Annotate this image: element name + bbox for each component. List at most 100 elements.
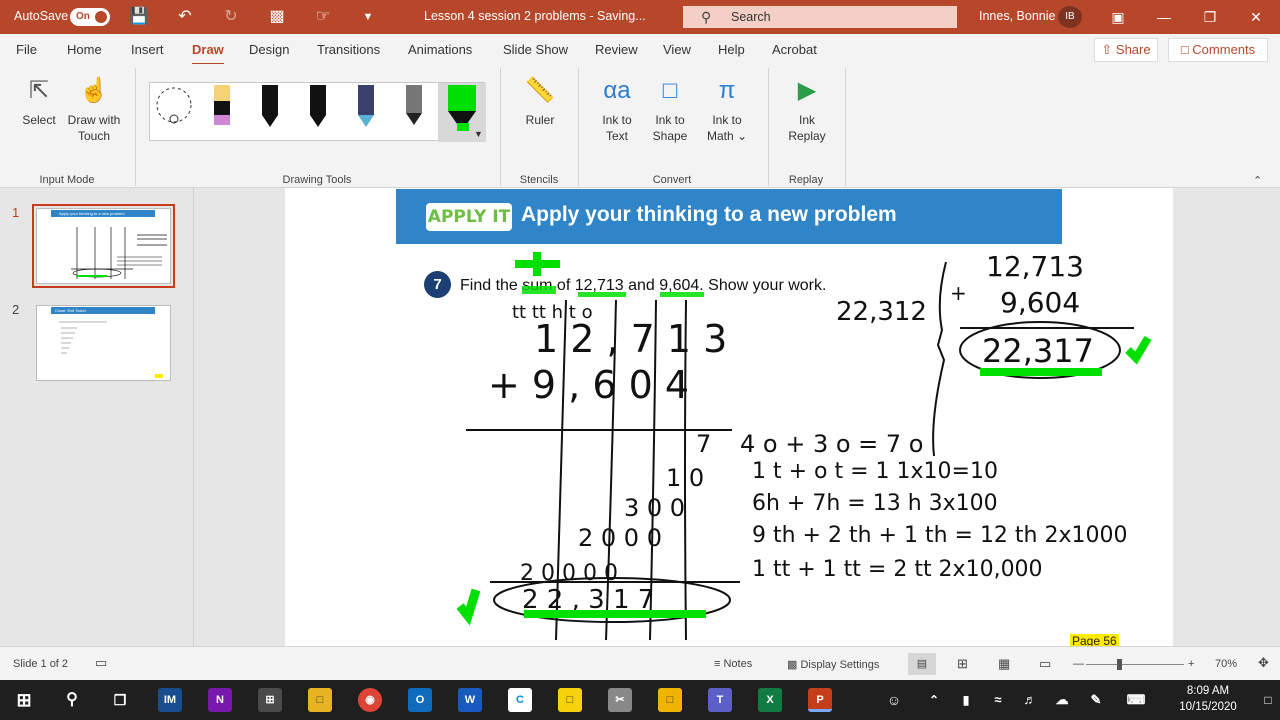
group-replay: Replay <box>788 174 824 186</box>
tab-slide-show[interactable]: Slide Show <box>503 42 568 57</box>
fit-slide-icon[interactable]: ✥ <box>1258 655 1269 671</box>
keyboard-icon[interactable]: ⌨ <box>1124 688 1148 712</box>
draw-with-touch-label-2: Touch <box>77 129 111 143</box>
tab-design[interactable]: Design <box>249 42 289 57</box>
ink-to-math-button[interactable]: π Ink to Math ⌄ <box>702 74 752 144</box>
document-title[interactable]: Lesson 4 session 2 problems - Saving... <box>424 9 646 23</box>
zoom-in-icon[interactable]: + <box>1188 658 1194 670</box>
tab-home[interactable]: Home <box>67 42 102 57</box>
redo-icon[interactable]: ↻ <box>220 6 242 28</box>
tab-file[interactable]: File <box>16 42 37 57</box>
check-mark-icon <box>1125 335 1152 365</box>
pen-black-2-icon[interactable] <box>310 85 326 127</box>
pen-galaxy-icon[interactable] <box>358 85 374 127</box>
powerpoint-icon[interactable]: P <box>808 688 832 712</box>
ink-replay-button[interactable]: ▶ Ink Replay <box>786 74 828 144</box>
pen-black-icon[interactable] <box>262 85 278 127</box>
comments-label: Comments <box>1192 42 1256 57</box>
tab-help[interactable]: Help <box>718 42 745 57</box>
ink-plus-green <box>515 252 560 276</box>
lasso-select-icon[interactable] <box>156 87 192 124</box>
notes-button[interactable]: ≡ Notes <box>714 658 752 670</box>
tab-review[interactable]: Review <box>595 42 638 57</box>
ink-annotations[interactable]: tt tt h t o 1 2 , 7 1 3 + 9 , 6 0 4 7 1 … <box>285 188 1173 646</box>
restore-icon[interactable]: ❐ <box>1199 6 1221 28</box>
slideshow-icon[interactable]: ▭ <box>1039 656 1051 672</box>
customize-qat-icon[interactable]: ▼ <box>357 6 379 28</box>
autosave-toggle[interactable]: On <box>70 8 110 26</box>
highlight-sum <box>522 286 556 294</box>
accessibility-icon[interactable]: ▭ <box>95 655 107 671</box>
save-icon[interactable]: 💾 <box>128 6 150 28</box>
select-button[interactable]: ⇱ Select <box>18 74 60 128</box>
tab-acrobat[interactable]: Acrobat <box>772 42 817 57</box>
ink-to-shape-button[interactable]: □ Ink to Shape <box>647 74 693 144</box>
ink-row1: 1 2 , 7 1 3 <box>534 317 727 361</box>
system-clock[interactable]: 8:09 AM 10/15/2020 <box>1158 683 1258 715</box>
calculator-icon[interactable]: ⊞ <box>258 688 282 712</box>
tab-transitions[interactable]: Transitions <box>317 42 380 57</box>
tab-draw[interactable]: Draw <box>192 42 224 66</box>
ribbon-display-icon[interactable]: ▣ <box>1107 6 1129 28</box>
close-icon[interactable]: ✕ <box>1245 6 1267 28</box>
share-button[interactable]: ⇧ Share <box>1094 38 1158 62</box>
chrome-icon[interactable]: ◉ <box>358 688 382 712</box>
snip-tool-icon[interactable]: ✂ <box>608 688 632 712</box>
im-app-icon[interactable]: IM <box>158 688 182 712</box>
highlighter-green-icon[interactable]: ▼ <box>438 83 486 142</box>
notifications-icon[interactable]: □ <box>1256 688 1280 712</box>
tab-animations[interactable]: Animations <box>408 42 472 57</box>
battery-icon[interactable]: ▮ <box>954 688 978 712</box>
windows-start-icon[interactable]: ⊞ <box>12 688 36 712</box>
slide-thumbnail-2[interactable]: Close: Exit Ticket <box>36 305 171 381</box>
tab-insert[interactable]: Insert <box>131 42 164 57</box>
file-explorer-icon[interactable]: □ <box>308 688 332 712</box>
zoom-slider-thumb[interactable] <box>1117 659 1122 670</box>
comments-button[interactable]: □ Comments <box>1168 38 1268 62</box>
pencil-icon[interactable] <box>214 85 230 125</box>
collapse-ribbon-icon[interactable]: ⌃ <box>1253 174 1262 187</box>
outlook-icon[interactable]: O <box>408 688 432 712</box>
search-box[interactable]: ⚲ Search <box>683 6 957 28</box>
pen-glitter-icon[interactable] <box>406 85 422 125</box>
wifi-icon[interactable]: ≈ <box>986 688 1010 712</box>
people-icon[interactable]: ☺ <box>882 688 906 712</box>
task-view-icon[interactable]: ❐ <box>108 688 132 712</box>
ruler-button[interactable]: 📏 Ruler <box>518 74 562 128</box>
search-placeholder: Search <box>731 10 771 24</box>
ribbon-divider <box>768 68 769 186</box>
reading-view-icon[interactable]: ▦ <box>998 656 1010 672</box>
highlight-addend1 <box>578 292 626 297</box>
folder-icon[interactable]: □ <box>658 688 682 712</box>
show-hidden-icon[interactable]: ⌃ <box>922 688 946 712</box>
slide-sorter-icon[interactable]: ⊞ <box>957 656 968 672</box>
touch-draw-icon: ☝ <box>79 77 109 104</box>
word-icon[interactable]: W <box>458 688 482 712</box>
ink-to-text-button[interactable]: αa Ink to Text <box>594 74 640 144</box>
minimize-icon[interactable]: — <box>1153 6 1175 28</box>
zoom-level[interactable]: 70% <box>1215 658 1237 670</box>
avatar[interactable]: IB <box>1058 6 1082 28</box>
clipchamp-icon[interactable]: C <box>508 688 532 712</box>
pen-workspace-icon[interactable]: ✎ <box>1084 688 1108 712</box>
tab-view[interactable]: View <box>663 42 691 57</box>
slide-thumbnail-1[interactable]: Apply your thinking to a new problem <box>32 204 175 288</box>
excel-icon[interactable]: X <box>758 688 782 712</box>
zoom-out-icon[interactable]: — <box>1073 658 1084 670</box>
present-icon[interactable]: ▩ <box>266 6 288 28</box>
pen-gallery-svg: ▼ <box>156 83 486 142</box>
search-icon[interactable]: ⚲ <box>60 688 84 712</box>
user-name[interactable]: Innes, Bonnie <box>979 9 1055 23</box>
display-settings-button[interactable]: ▩ Display Settings <box>787 658 879 671</box>
teams-icon[interactable]: T <box>708 688 732 712</box>
sticky-notes-icon[interactable]: □ <box>558 688 582 712</box>
draw-with-touch-button[interactable]: ☝ Draw with Touch <box>62 74 126 144</box>
zoom-slider[interactable] <box>1086 664 1184 665</box>
volume-icon[interactable]: ♬ <box>1018 688 1042 712</box>
partial-2: 1 0 <box>666 464 704 492</box>
touch-mode-icon[interactable]: ☞ <box>312 6 334 28</box>
onenote-icon[interactable]: N <box>208 688 232 712</box>
onedrive-icon[interactable]: ☁ <box>1050 688 1074 712</box>
normal-view-icon[interactable]: ▤ <box>908 653 936 675</box>
undo-icon[interactable]: ↶ <box>174 6 196 28</box>
